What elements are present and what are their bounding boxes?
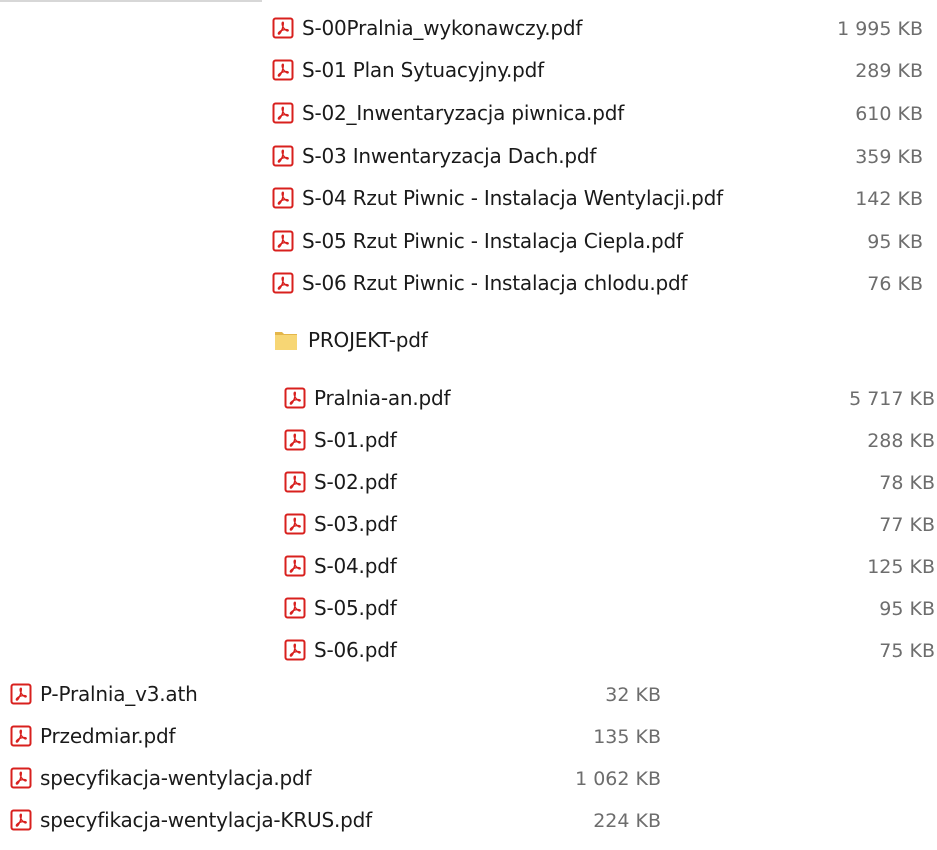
file-row[interactable]: specyfikacja-wentylacja.pdf <box>10 758 312 798</box>
file-name: S-01.pdf <box>314 428 397 452</box>
file-row[interactable]: S-04 Rzut Piwnic - Instalacja Wentylacji… <box>272 178 723 218</box>
file-size: 78 KB <box>879 472 935 494</box>
file-row[interactable]: S-03 Inwentaryzacja Dach.pdf <box>272 136 596 176</box>
file-size: 95 KB <box>879 598 935 620</box>
file-name: S-01 Plan Sytuacyjny.pdf <box>302 58 544 82</box>
pdf-file-icon <box>10 809 32 831</box>
pdf-file-icon <box>10 683 32 705</box>
file-name: S-03 Inwentaryzacja Dach.pdf <box>302 144 597 168</box>
folder-group: PROJEKT-pdf <box>262 315 937 365</box>
file-name: specyfikacja-wentylacja.pdf <box>40 766 312 790</box>
file-group-top: S-00Pralnia_wykonawczy.pdf 1 995 KB S-01… <box>262 0 937 300</box>
pdf-file-icon <box>272 187 294 209</box>
pdf-file-icon <box>284 471 306 493</box>
pdf-file-icon <box>272 59 294 81</box>
file-row[interactable]: specyfikacja-wentylacja-KRUS.pdf <box>10 800 372 840</box>
pdf-file-icon <box>272 102 294 124</box>
file-row[interactable]: S-01.pdf <box>284 420 397 460</box>
file-row[interactable]: S-04.pdf <box>284 546 397 586</box>
file-name: S-00Pralnia_wykonawczy.pdf <box>302 16 583 40</box>
file-size: 95 KB <box>867 231 923 253</box>
file-row[interactable]: S-01 Plan Sytuacyjny.pdf <box>272 50 544 90</box>
pdf-file-icon <box>284 429 306 451</box>
file-size: 32 KB <box>605 684 661 706</box>
file-name: S-02.pdf <box>314 470 397 494</box>
pdf-file-icon <box>284 555 306 577</box>
pdf-file-icon <box>284 597 306 619</box>
file-row[interactable]: S-00Pralnia_wykonawczy.pdf <box>272 8 582 48</box>
file-name: Pralnia-an.pdf <box>314 386 451 410</box>
pdf-file-icon <box>284 387 306 409</box>
file-size: 224 KB <box>593 810 661 832</box>
pdf-file-icon <box>284 513 306 535</box>
file-row[interactable]: S-05.pdf <box>284 588 397 628</box>
file-row[interactable]: S-02.pdf <box>284 462 397 502</box>
file-row[interactable]: S-03.pdf <box>284 504 397 544</box>
file-size: 5 717 KB <box>849 388 935 410</box>
file-size: 125 KB <box>867 556 935 578</box>
file-name: S-03.pdf <box>314 512 397 536</box>
file-name: S-04 Rzut Piwnic - Instalacja Wentylacji… <box>302 186 723 210</box>
file-size: 142 KB <box>855 188 923 210</box>
file-name: Przedmiar.pdf <box>40 724 176 748</box>
file-size: 135 KB <box>593 726 661 748</box>
file-row[interactable]: S-06 Rzut Piwnic - Instalacja chlodu.pdf <box>272 263 688 303</box>
pdf-file-icon <box>284 639 306 661</box>
file-group-bottom: P-Pralnia_v3.ath 32 KB Przedmiar.pdf 135… <box>0 672 675 850</box>
file-size: 76 KB <box>867 273 923 295</box>
pdf-file-icon <box>272 230 294 252</box>
file-size: 1 062 KB <box>575 768 661 790</box>
file-row[interactable]: P-Pralnia_v3.ath <box>10 674 198 714</box>
folder-name: PROJEKT-pdf <box>308 328 428 352</box>
file-row[interactable]: S-06.pdf <box>284 630 397 670</box>
file-size: 288 KB <box>867 430 935 452</box>
file-name: S-02_Inwentaryzacja piwnica.pdf <box>302 101 625 125</box>
file-name: S-06 Rzut Piwnic - Instalacja chlodu.pdf <box>302 271 688 295</box>
file-group-subfolder: Pralnia-an.pdf 5 717 KB S-01.pdf 288 KB … <box>262 372 937 667</box>
file-size: 289 KB <box>855 60 923 82</box>
file-row[interactable]: S-05 Rzut Piwnic - Instalacja Ciepla.pdf <box>272 221 683 261</box>
file-name: specyfikacja-wentylacja-KRUS.pdf <box>40 808 372 832</box>
pdf-file-icon <box>10 725 32 747</box>
file-size: 77 KB <box>879 514 935 536</box>
pdf-file-icon <box>272 145 294 167</box>
file-size: 1 995 KB <box>837 18 923 40</box>
file-size: 610 KB <box>855 103 923 125</box>
file-row[interactable]: S-02_Inwentaryzacja piwnica.pdf <box>272 93 624 133</box>
file-row[interactable]: Pralnia-an.pdf <box>284 378 451 418</box>
folder-row[interactable]: PROJEKT-pdf <box>274 320 428 360</box>
pdf-file-icon <box>272 272 294 294</box>
file-name: S-05 Rzut Piwnic - Instalacja Ciepla.pdf <box>302 229 683 253</box>
file-name: S-06.pdf <box>314 638 397 662</box>
pdf-file-icon <box>10 767 32 789</box>
file-name: P-Pralnia_v3.ath <box>40 682 198 706</box>
file-size: 359 KB <box>855 146 923 168</box>
pdf-file-icon <box>272 17 294 39</box>
file-row[interactable]: Przedmiar.pdf <box>10 716 176 756</box>
top-edge-divider <box>0 0 262 2</box>
file-list-screenshot: S-00Pralnia_wykonawczy.pdf 1 995 KB S-01… <box>0 0 937 850</box>
file-name: S-05.pdf <box>314 596 397 620</box>
folder-icon <box>274 329 298 351</box>
file-name: S-04.pdf <box>314 554 397 578</box>
file-size: 75 KB <box>879 640 935 662</box>
